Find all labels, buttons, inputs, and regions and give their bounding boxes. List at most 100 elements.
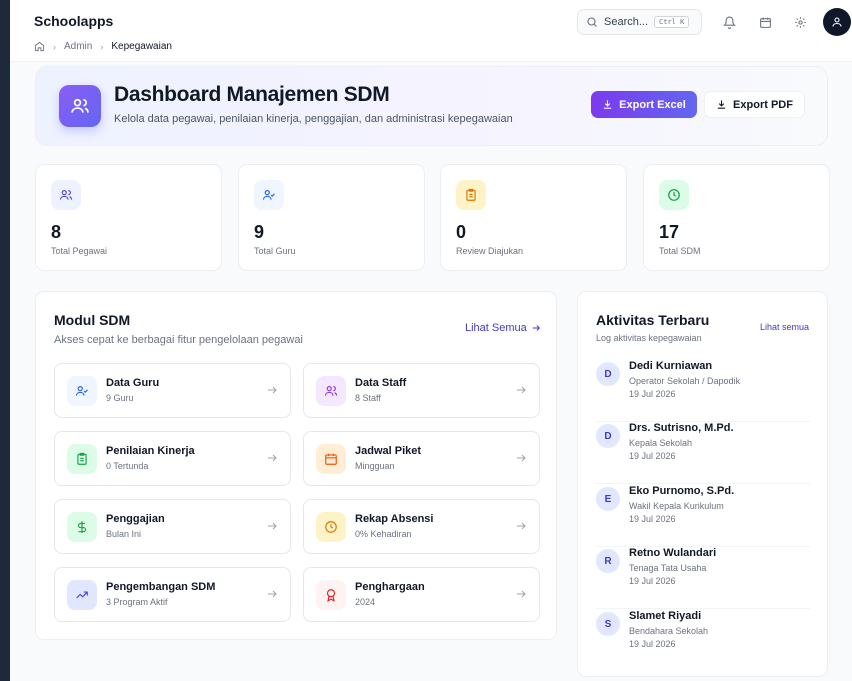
hero-banner: Dashboard Manajemen SDM Kelola data pega…	[35, 66, 828, 146]
stat-value: 8	[51, 222, 62, 242]
users-icon	[316, 376, 346, 406]
activity-role: Operator Sekolah / Dapodik	[629, 376, 741, 386]
dollar-icon	[67, 512, 97, 542]
export-excel-label: Export Excel	[619, 98, 686, 111]
download-icon	[717, 100, 726, 109]
clipboard-icon	[67, 444, 97, 474]
stat-card-review: 0 Review Diajukan	[440, 164, 627, 271]
breadcrumb: › Admin › Kepegawaian	[34, 41, 172, 52]
stat-card-total-guru: 9 Total Guru	[238, 164, 425, 271]
activity-role: Kepala Sekolah	[629, 438, 693, 448]
activity-item[interactable]: S Slamet Riyadi Bendahara Sekolah 19 Jul…	[596, 610, 810, 672]
section-subtitle: Akses cepat ke berbagai fitur pengelolaa…	[54, 334, 303, 346]
app-title: Schoolapps	[34, 13, 114, 29]
export-pdf-button[interactable]: Export PDF	[704, 91, 805, 118]
module-pengembangan-sdm[interactable]: Pengembangan SDM 3 Program Aktif	[54, 567, 291, 622]
avatar: S	[596, 612, 620, 636]
activity-item[interactable]: D Dedi Kurniawan Operator Sekolah / Dapo…	[596, 360, 810, 422]
arrow-right-icon	[517, 522, 526, 530]
download-icon	[604, 100, 612, 109]
section-title: Aktivitas Terbaru	[596, 312, 710, 328]
calendar-icon	[316, 444, 346, 474]
avatar: D	[596, 362, 620, 386]
clock-icon	[659, 180, 689, 210]
user-avatar[interactable]	[823, 8, 851, 36]
search-label: Search...	[604, 16, 649, 28]
see-all-activity-link[interactable]: Lihat semua	[760, 322, 809, 332]
module-meta: 0% Kehadiran	[355, 529, 412, 539]
module-name: Penghargaan	[355, 581, 425, 593]
module-data-guru[interactable]: Data Guru 9 Guru	[54, 363, 291, 418]
module-name: Data Staff	[355, 377, 407, 389]
stat-card-total-pegawai: 8 Total Pegawai	[35, 164, 222, 271]
module-penilaian-kinerja[interactable]: Penilaian Kinerja 0 Tertunda	[54, 431, 291, 486]
module-jadwal-piket[interactable]: Jadwal Piket Mingguan	[303, 431, 540, 486]
top-header: Schoolapps › Admin › Kepegawaian Search.…	[10, 0, 852, 62]
activity-item[interactable]: R Retno Wulandari Tenaga Tata Usaha 19 J…	[596, 547, 810, 609]
search-shortcut: Ctrl K	[654, 16, 690, 28]
activity-date: 19 Jul 2026	[629, 639, 676, 649]
activity-date: 19 Jul 2026	[629, 514, 676, 524]
breadcrumb-admin[interactable]: Admin	[64, 41, 92, 52]
breadcrumb-separator: ›	[100, 41, 104, 52]
trending-up-icon	[67, 580, 97, 610]
activity-item[interactable]: D Drs. Sutrisno, M.Pd. Kepala Sekolah 19…	[596, 422, 810, 484]
search-button[interactable]: Search... Ctrl K	[577, 9, 702, 35]
module-data-staff[interactable]: Data Staff 8 Staff	[303, 363, 540, 418]
activity-name: Retno Wulandari	[629, 547, 717, 559]
module-meta: 2024	[355, 597, 376, 607]
activity-date: 19 Jul 2026	[629, 576, 676, 586]
module-meta: 0 Tertunda	[106, 461, 149, 471]
stat-value: 9	[254, 222, 265, 242]
module-name: Penilaian Kinerja	[106, 445, 195, 457]
activity-role: Tenaga Tata Usaha	[629, 563, 707, 573]
activity-role: Wakil Kepala Kurikulum	[629, 501, 724, 511]
see-all-label: Lihat Semua	[465, 322, 527, 334]
home-icon[interactable]	[34, 41, 45, 52]
stat-value: 17	[659, 222, 680, 242]
module-name: Pengembangan SDM	[106, 581, 216, 593]
module-rekap-absensi[interactable]: Rekap Absensi 0% Kehadiran	[303, 499, 540, 554]
arrow-right-icon	[517, 590, 526, 598]
stat-label: Total Pegawai	[51, 246, 108, 256]
stat-label: Total Guru	[254, 246, 296, 256]
arrow-right-icon	[268, 454, 277, 462]
arrow-right-icon	[532, 325, 540, 331]
bell-icon[interactable]	[719, 12, 739, 32]
stat-card-total-sdm: 17 Total SDM	[643, 164, 830, 271]
arrow-right-icon	[268, 590, 277, 598]
breadcrumb-separator: ›	[53, 41, 56, 52]
page-subtitle: Kelola data pegawai, penilaian kinerja, …	[114, 113, 513, 125]
avatar: R	[596, 549, 620, 573]
breadcrumb-current: Kepegawaian	[111, 41, 172, 52]
module-name: Rekap Absensi	[355, 513, 434, 525]
activity-card: Aktivitas Terbaru Log aktivitas kepegawa…	[577, 291, 828, 677]
see-all-modules-link[interactable]: Lihat Semua	[465, 322, 541, 334]
clock-icon	[316, 512, 346, 542]
activity-item[interactable]: E Eko Purnomo, S.Pd. Wakil Kepala Kuriku…	[596, 485, 810, 547]
export-pdf-label: Export PDF	[733, 98, 793, 111]
calendar-icon[interactable]	[755, 12, 775, 32]
module-meta: 3 Program Aktif	[106, 597, 168, 607]
users-icon	[59, 85, 101, 127]
module-meta: Mingguan	[355, 461, 395, 471]
search-icon	[587, 17, 597, 27]
module-name: Data Guru	[106, 377, 160, 389]
module-penghargaan[interactable]: Penghargaan 2024	[303, 567, 540, 622]
arrow-right-icon	[268, 522, 277, 530]
arrow-right-icon	[517, 386, 526, 394]
module-penggajian[interactable]: Penggajian Bulan Ini	[54, 499, 291, 554]
activity-name: Slamet Riyadi	[629, 610, 702, 622]
modul-sdm-card: Modul SDM Akses cepat ke berbagai fitur …	[35, 291, 557, 640]
sidebar-edge	[0, 0, 10, 681]
activity-date: 19 Jul 2026	[629, 389, 676, 399]
gear-icon[interactable]	[790, 12, 810, 32]
export-excel-button[interactable]: Export Excel	[591, 91, 697, 118]
page-title: Dashboard Manajemen SDM	[114, 83, 390, 106]
award-icon	[316, 580, 346, 610]
main-page: Schoolapps › Admin › Kepegawaian Search.…	[10, 0, 852, 681]
users-icon	[51, 180, 81, 210]
user-check-icon	[254, 180, 284, 210]
module-meta: 8 Staff	[355, 393, 381, 403]
module-name: Penggajian	[106, 513, 165, 525]
